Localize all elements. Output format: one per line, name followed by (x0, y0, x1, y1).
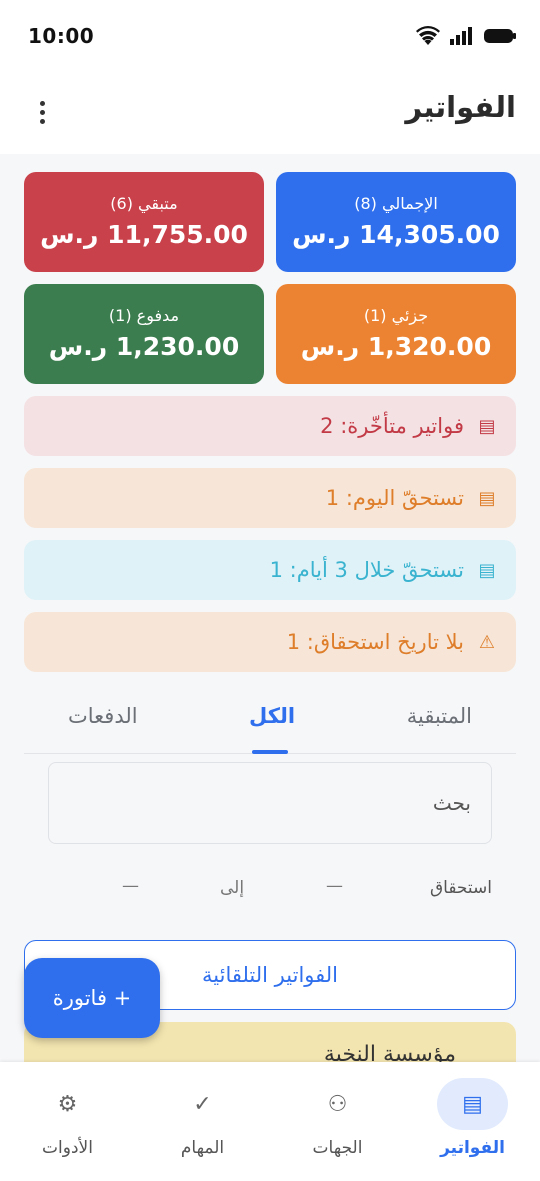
page-title: الفواتير (405, 90, 516, 124)
status-icons (416, 26, 516, 46)
summary-partial-label: جزئي (1) (363, 306, 429, 325)
nav-item-tasks[interactable]: ✓ المهام (135, 1062, 270, 1181)
list-icon: ▤ (478, 559, 496, 581)
summary-total-value: 14,305.00 ر.س (292, 220, 500, 249)
tab-remaining[interactable]: المتبقية (407, 704, 472, 728)
filter-due-label: استحقاق (429, 878, 492, 898)
nav-item-contacts[interactable]: ⚇ الجهات (270, 1062, 405, 1181)
status-bar: 10:00 (0, 0, 540, 72)
bottom-nav: ▤ الفواتير ⚇ الجهات ✓ المهام ⚙ الأدوات (0, 1062, 540, 1181)
summary-partial-value: 1,320.00 ر.س (300, 332, 492, 361)
list-icon: ▤ (478, 415, 496, 437)
summary-card-total[interactable]: الإجمالي (8) 14,305.00 ر.س (276, 172, 516, 272)
alert-due-today-text: تستحقّ اليوم: 1 (325, 486, 464, 510)
summary-remaining-value: 11,755.00 ر.س (40, 220, 248, 249)
contacts-icon: ⚇ (327, 1091, 348, 1117)
nav-item-invoices[interactable]: ▤ الفواتير (405, 1062, 540, 1181)
alert-no-due-date[interactable]: ⚠ بلا تاريخ استحقاق: 1 (24, 612, 516, 672)
search-box[interactable] (48, 762, 492, 844)
alert-no-due-date-text: بلا تاريخ استحقاق: 1 (286, 630, 464, 654)
add-invoice-button[interactable]: + فاتورة (24, 958, 160, 1038)
alert-due-3-days-text: تستحقّ خلال 3 أيام: 1 (269, 558, 464, 582)
invoice-tabs: المتبقية الكل الدفعات (24, 690, 516, 754)
alert-overdue-text: فواتير متأخّرة: 2 (320, 414, 464, 438)
alert-due-3-days[interactable]: ▤ تستحقّ خلال 3 أيام: 1 (24, 540, 516, 600)
filter-from-date[interactable]: — (326, 876, 343, 896)
check-icon: ✓ (193, 1091, 212, 1117)
nav-item-tools[interactable]: ⚙ الأدوات (0, 1062, 135, 1181)
nav-tasks-label: المهام (180, 1138, 225, 1158)
more-vert-icon[interactable] (26, 92, 58, 132)
summary-card-paid[interactable]: مدفوع (1) 1,230.00 ر.س (24, 284, 264, 384)
nav-invoices-label: الفواتير (440, 1138, 505, 1158)
tab-all[interactable]: الكل (249, 704, 295, 728)
summary-card-partial[interactable]: جزئي (1) 1,320.00 ر.س (276, 284, 516, 384)
tab-payments[interactable]: الدفعات (68, 704, 138, 728)
nav-contacts-label: الجهات (312, 1138, 363, 1158)
signal-icon (450, 27, 474, 45)
filter-to-date[interactable]: — (122, 876, 139, 896)
tab-active-indicator (252, 750, 288, 754)
summary-paid-label: مدفوع (1) (108, 306, 180, 325)
alert-due-today[interactable]: ▤ تستحقّ اليوم: 1 (24, 468, 516, 528)
search-input[interactable] (91, 791, 471, 815)
due-date-filter: استحقاق — إلى — (48, 870, 492, 906)
status-time: 10:00 (28, 24, 95, 48)
battery-icon (484, 28, 516, 44)
summary-card-remaining[interactable]: متبقي (6) 11,755.00 ر.س (24, 172, 264, 272)
list-icon: ▤ (478, 487, 496, 509)
gear-icon: ⚙ (57, 1091, 78, 1117)
filter-to-label: إلى (220, 878, 245, 898)
alert-overdue[interactable]: ▤ فواتير متأخّرة: 2 (24, 396, 516, 456)
summary-paid-value: 1,230.00 ر.س (48, 332, 240, 361)
invoices-icon: ▤ (437, 1078, 508, 1130)
app-bar: الفواتير (0, 72, 540, 154)
summary-total-label: الإجمالي (8) (354, 194, 438, 213)
wifi-icon (416, 26, 440, 46)
nav-tools-label: الأدوات (42, 1138, 93, 1158)
summary-remaining-label: متبقي (6) (110, 194, 178, 213)
warning-icon: ⚠ (478, 631, 496, 653)
